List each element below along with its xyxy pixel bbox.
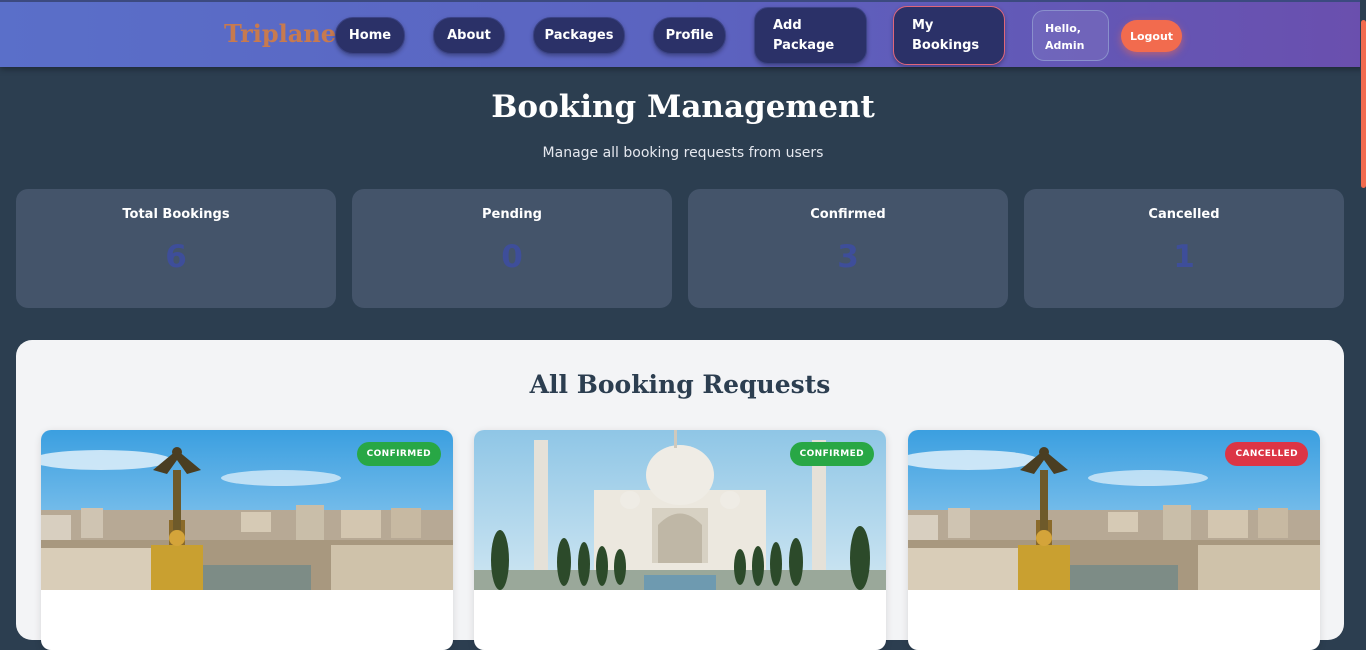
stat-card-total: Total Bookings 6 [16,189,336,308]
my-bookings-label: My Bookings [912,16,979,56]
stat-value: 0 [501,239,523,275]
page-subtitle: Manage all booking requests from users [542,145,824,161]
booking-card[interactable]: CONFIRMED [41,430,453,650]
nav-about-button[interactable]: About [433,17,505,54]
status-badge: CANCELLED [1225,442,1308,466]
nav-my-bookings-button[interactable]: My Bookings [893,6,1005,65]
page-title: Booking Management [491,89,875,125]
add-package-label: Add Package [773,16,834,56]
stat-label: Confirmed [810,207,886,222]
stat-card-cancelled: Cancelled 1 [1024,189,1344,308]
booking-card[interactable]: CONFIRMED [474,430,886,650]
stat-label: Pending [482,207,542,222]
status-badge: CONFIRMED [356,442,441,466]
user-greeting: Hello, Admin [1032,10,1109,61]
navbar: Triplane Home About Packages Profile Add… [0,0,1366,67]
stat-label: Total Bookings [122,207,230,222]
bookings-panel: All Booking Requests CONFIRMED CONFIRMED… [16,340,1344,650]
brand-logo[interactable]: Triplane [224,19,336,48]
booking-card[interactable]: CANCELLED [908,430,1320,650]
nav-home-button[interactable]: Home [335,17,405,54]
stat-value: 1 [1173,239,1195,275]
stat-label: Cancelled [1148,207,1220,222]
stat-value: 3 [837,239,859,275]
my-bookings-label-line1: My [912,17,934,33]
bookings-panel-title: All Booking Requests [529,370,831,399]
status-badge: CONFIRMED [789,442,874,466]
nav-packages-button[interactable]: Packages [533,17,625,54]
stat-value: 6 [165,239,187,275]
stat-card-pending: Pending 0 [352,189,672,308]
brand-logo-text: Triplane [224,19,337,48]
add-package-label-line1: Add [773,17,802,33]
logout-button[interactable]: Logout [1121,20,1182,52]
greeting-line1: Hello, [1045,22,1081,35]
my-bookings-label-line2: Bookings [912,37,980,53]
nav-add-package-button[interactable]: Add Package [754,7,867,64]
add-package-label-line2: Package [773,37,835,53]
greeting-username: Admin [1045,39,1085,52]
nav-profile-button[interactable]: Profile [653,17,726,54]
stat-card-confirmed: Confirmed 3 [688,189,1008,308]
